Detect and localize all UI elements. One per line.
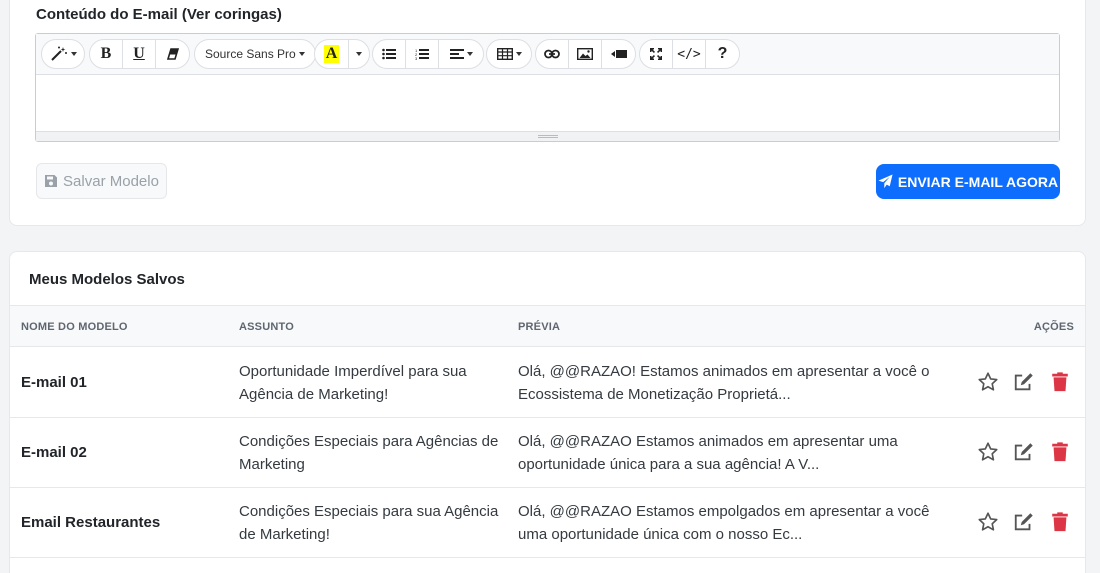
- template-preview: Olá, @@RAZAO Estamos empolgados em apres…: [518, 503, 930, 543]
- trash-icon[interactable]: [1049, 511, 1071, 533]
- email-content-label[interactable]: Conteúdo do E-mail (Ver coringas): [36, 6, 282, 23]
- edit-icon[interactable]: [1013, 441, 1035, 463]
- row-actions: [977, 371, 1071, 393]
- code-view-icon[interactable]: </>: [673, 40, 706, 68]
- star-icon[interactable]: [977, 441, 999, 463]
- template-name: E-mail 02: [21, 444, 87, 461]
- edit-icon[interactable]: [1013, 511, 1035, 533]
- highlight-icon[interactable]: A: [315, 40, 349, 68]
- table-header: NOME DO MODELO ASSUNTO PRÉVIA AÇÕES: [10, 305, 1085, 347]
- table-row: Email Restaurantes Condições Especiais p…: [10, 488, 1085, 558]
- template-name: Email Restaurantes: [21, 514, 161, 531]
- column-header-name: NOME DO MODELO: [21, 321, 128, 333]
- image-icon[interactable]: [569, 40, 602, 68]
- rich-text-editor: B U Source Sans Pro A 123 </> ?: [35, 33, 1060, 142]
- column-header-actions: AÇÕES: [1033, 321, 1074, 333]
- send-email-label: ENVIAR E-MAIL AGORA: [897, 173, 1059, 190]
- svg-text:3: 3: [415, 56, 418, 60]
- row-actions: [977, 441, 1071, 463]
- link-icon[interactable]: [536, 40, 569, 68]
- bold-icon[interactable]: B: [90, 40, 123, 68]
- table-icon[interactable]: [487, 40, 531, 68]
- editor-toolbar: B U Source Sans Pro A 123 </> ?: [36, 34, 1059, 75]
- row-actions: [977, 511, 1071, 533]
- magic-icon[interactable]: [42, 40, 84, 68]
- send-email-button[interactable]: ENVIAR E-MAIL AGORA: [876, 164, 1060, 199]
- eraser-icon[interactable]: [156, 40, 189, 68]
- fullscreen-icon[interactable]: [640, 40, 673, 68]
- column-header-subject: ASSUNTO: [239, 321, 294, 333]
- underline-icon[interactable]: U: [123, 40, 156, 68]
- font-family-select[interactable]: Source Sans Pro: [195, 40, 315, 68]
- template-preview: Olá, @@RAZAO Estamos animados em apresen…: [518, 433, 898, 473]
- edit-icon[interactable]: [1013, 371, 1035, 393]
- save-template-label: Salvar Modelo: [63, 172, 159, 190]
- ordered-list-icon[interactable]: 123: [406, 40, 439, 68]
- save-template-button[interactable]: Salvar Modelo: [36, 163, 167, 199]
- align-icon[interactable]: [439, 40, 483, 68]
- unordered-list-icon[interactable]: [373, 40, 406, 68]
- saved-templates-title: Meus Modelos Salvos: [29, 271, 185, 288]
- editor-content-area[interactable]: [36, 75, 1059, 132]
- template-subject: Condições Especiais para Agências de Mar…: [239, 433, 499, 473]
- help-icon[interactable]: ?: [706, 40, 739, 68]
- star-icon[interactable]: [977, 371, 999, 393]
- star-icon[interactable]: [977, 511, 999, 533]
- trash-icon[interactable]: [1049, 371, 1071, 393]
- video-icon[interactable]: [602, 40, 635, 68]
- saved-templates-card: Meus Modelos Salvos NOME DO MODELO ASSUN…: [9, 251, 1086, 573]
- template-preview: Olá, @@RAZAO! Estamos animados em aprese…: [518, 363, 930, 403]
- paper-plane-icon: [878, 174, 893, 189]
- template-subject: Oportunidade Imperdível para sua Agência…: [239, 363, 467, 403]
- table-row: E-mail 02 Condições Especiais para Agênc…: [10, 418, 1085, 488]
- trash-icon[interactable]: [1049, 441, 1071, 463]
- editor-resize-handle[interactable]: [36, 131, 1059, 141]
- table-row: E-mail 01 Oportunidade Imperdível para s…: [10, 348, 1085, 418]
- color-caret-icon[interactable]: [349, 40, 369, 68]
- template-subject: Condições Especiais para sua Agência de …: [239, 503, 499, 543]
- save-icon: [45, 175, 58, 187]
- template-name: E-mail 01: [21, 374, 87, 391]
- column-header-preview: PRÉVIA: [518, 321, 561, 333]
